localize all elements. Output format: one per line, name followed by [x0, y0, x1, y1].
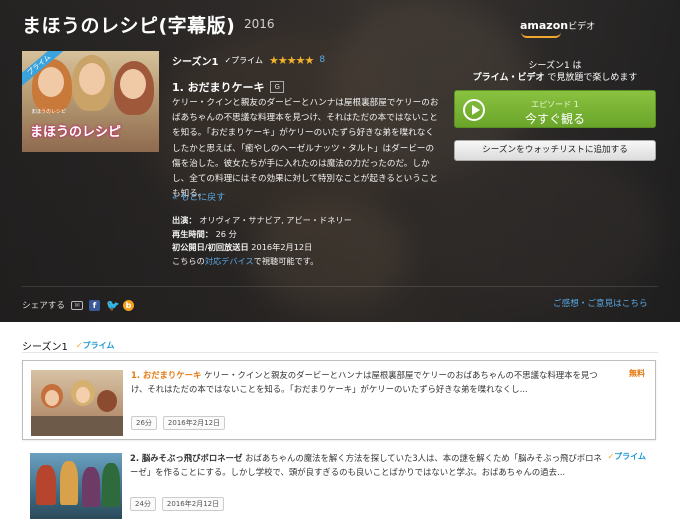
devices-suffix: で視聴可能です。: [253, 255, 319, 266]
divider: [22, 352, 658, 353]
feedback-link[interactable]: ご感想・ご意見はこちら: [553, 297, 648, 309]
twitter-icon[interactable]: 🐦: [106, 300, 120, 311]
runtime-value: 26 分: [215, 228, 237, 239]
runtime-label: 再生時間：: [172, 228, 213, 239]
logo-suffix: ビデオ: [568, 22, 596, 32]
prime-badge-label: プライム: [614, 452, 646, 461]
prime-badge: ✓プライム: [224, 55, 263, 66]
add-to-watchlist-button[interactable]: シーズンをウォッチリストに追加する: [454, 140, 656, 161]
check-icon: ✓: [75, 341, 83, 350]
divider: [22, 286, 658, 287]
cast-row: 出演： オリヴィア・サナビア, アビー・ドネリー: [172, 214, 352, 228]
duration-pill: 24分: [130, 497, 156, 511]
prime-badge: ✓プライム: [607, 451, 646, 462]
watch-now-button[interactable]: エピソード 1 今すぐ観る: [454, 90, 656, 128]
devices-row: こちらの対応デバイスで視聴可能です。: [172, 255, 352, 269]
runtime-row: 再生時間： 26 分: [172, 228, 352, 242]
logo-brand: amazon: [520, 19, 569, 32]
prime-availability-note: シーズン1 は プライム・ビデオ で見放題で楽しめます: [455, 60, 655, 84]
series-info: シーズン1 ✓プライム ★★★★★ 8: [172, 53, 325, 68]
episode-description: 1. おだまりケーキ ケリー・クインと親友のダービーとハンナは屋根裏部屋でケリー…: [131, 368, 611, 396]
date-pill: 2016年2月12日: [162, 416, 226, 430]
release-label: 初公開日/初回放送日: [172, 242, 249, 252]
hero-banner: まほうのレシピ(字幕版) 2016 amazonビデオ プライム まほうのレシピ…: [0, 0, 680, 322]
episode-meta: 26分 2016年2月12日: [131, 416, 226, 430]
episode-meta: 出演： オリヴィア・サナビア, アビー・ドネリー 再生時間： 26 分 初公開日…: [172, 214, 352, 268]
episode-card-1[interactable]: 1. おだまりケーキ ケリー・クインと親友のダービーとハンナは屋根裏部屋でケリー…: [22, 360, 656, 440]
poster-subtitle: まほうのレシピ: [31, 109, 67, 115]
devices-prefix: こちらの: [172, 255, 205, 266]
episode-description: 2. 脳みそぶっ飛びボロネーゼ おばあちゃんの魔法を解く方法を探していた3人は、…: [130, 451, 610, 479]
facebook-icon[interactable]: f: [88, 299, 100, 311]
amazon-smile-icon: [521, 32, 561, 38]
season-list-label: シーズン1: [22, 342, 68, 353]
episode-synopsis: ケリー・クインと親友のダービーとハンナは屋根裏部屋でケリーのおばあちゃんの不思議…: [172, 98, 439, 200]
duration-pill: 26分: [131, 416, 157, 430]
watch-now-episode: エピソード 1: [531, 100, 579, 109]
prime-badge: ✓プライム: [76, 340, 115, 351]
episode-desc: ケリー・クインと親友のダービーとハンナは屋根裏部屋でケリーのおばあちゃんの不思議…: [131, 370, 598, 394]
cast-value: オリヴィア・サナビア, アビー・ドネリー: [199, 215, 352, 225]
episode-name[interactable]: 2. 脳みそぶっ飛びボロネーゼ: [130, 453, 242, 463]
episode-title-text: 1. おだまりケーキ: [172, 81, 265, 94]
share-bar: シェアする ✉ f 🐦 b: [22, 299, 134, 311]
prime-badge-label: プライム: [231, 55, 264, 65]
episode-thumbnail[interactable]: [30, 453, 122, 519]
blog-icon[interactable]: b: [122, 299, 134, 311]
devices-link[interactable]: 対応デバイス: [205, 256, 254, 266]
availability-line2: プライム・ビデオ で見放題で楽しめます: [455, 72, 655, 84]
season-list-header: シーズン1 ✓プライム: [22, 338, 114, 353]
release-row: 初公開日/初回放送日 2016年2月12日: [172, 241, 352, 255]
release-year: 2016: [244, 17, 275, 31]
page-title: まほうのレシピ(字幕版): [22, 15, 236, 37]
episode-thumbnail[interactable]: [31, 370, 123, 436]
availability-bold: プライム・ビデオ: [472, 73, 545, 83]
availability-line1: シーズン1 は: [528, 61, 582, 71]
free-badge: 無料: [629, 369, 645, 378]
availability-rest: で見放題で楽しめます: [544, 73, 638, 83]
star-rating[interactable]: ★★★★★: [269, 54, 314, 67]
episode-card-2[interactable]: 2. 脳みそぶっ飛びボロネーゼ おばあちゃんの魔法を解く方法を探していた3人は、…: [22, 444, 656, 519]
release-value: 2016年2月12日: [251, 242, 313, 252]
episode-title: 1. おだまりケーキ G: [172, 79, 284, 95]
season-label: シーズン1: [172, 56, 219, 68]
cast-label: 出演：: [172, 215, 197, 225]
episode-name[interactable]: 1. おだまりケーキ: [131, 370, 201, 380]
mail-icon[interactable]: ✉: [70, 300, 83, 310]
date-pill: 2016年2月12日: [161, 497, 225, 511]
rating-count-link[interactable]: 8: [319, 55, 325, 65]
collapse-link[interactable]: « もとに戻す: [172, 190, 225, 203]
prime-badge-label: プライム: [82, 341, 115, 350]
poster-image: プライム まほうのレシピ まほうのレシピ: [22, 51, 159, 152]
share-label: シェアする: [22, 301, 65, 311]
episode-meta: 24分 2016年2月12日: [130, 497, 225, 511]
watch-now-label: 今すぐ観る: [524, 112, 585, 126]
poster-title: まほうのレシピ: [30, 125, 122, 140]
rating-badge: G: [270, 81, 284, 93]
amazon-video-logo[interactable]: amazonビデオ: [520, 19, 595, 32]
